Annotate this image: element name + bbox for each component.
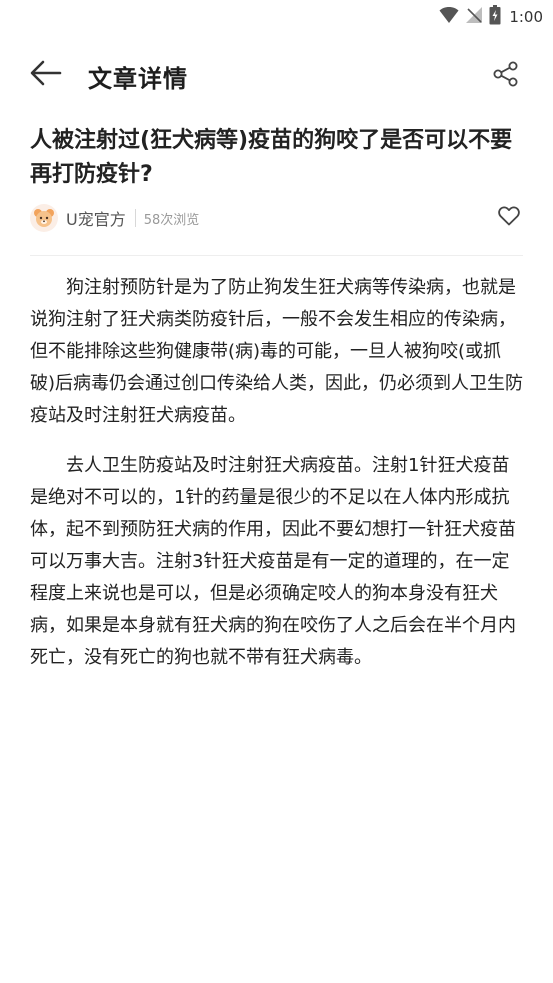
article-body: 狗注射预防针是为了防止狗发生狂犬病等传染病，也就是说狗注射了狂犬病类防疫针后，一… (30, 272, 524, 692)
article-paragraph: 去人卫生防疫站及时注射狂犬病疫苗。注射1针狂犬疫苗是绝对不可以的，1针的药量是很… (30, 455, 516, 668)
back-button[interactable] (28, 57, 64, 93)
arrow-left-icon (30, 60, 62, 90)
page-title: 文章详情 (88, 65, 188, 93)
meta-divider (134, 209, 136, 227)
share-button[interactable] (489, 59, 523, 93)
status-bar: 1:00 (0, 0, 553, 32)
view-count: 58次浏览 (143, 212, 200, 228)
author-name[interactable]: U宠官方 (66, 206, 126, 230)
pet-avatar-icon (34, 209, 54, 227)
header-divider (30, 255, 523, 256)
author-avatar[interactable] (30, 204, 58, 232)
favorite-button[interactable] (495, 204, 523, 232)
status-icons: 1:00 (439, 5, 543, 29)
share-icon (492, 60, 520, 92)
battery-icon (489, 5, 501, 29)
status-time: 1:00 (509, 8, 543, 26)
no-signal-icon (465, 6, 483, 28)
wifi-icon (439, 6, 459, 28)
article-meta: U宠官方 58次浏览 (30, 203, 523, 233)
app-bar: 文章详情 (0, 52, 553, 98)
heart-outline-icon (498, 206, 520, 230)
article-title: 人被注射过(狂犬病等)疫苗的狗咬了是否可以不要再打防疫针? (30, 128, 513, 187)
article-paragraph: 狗注射预防针是为了防止狗发生狂犬病等传染病，也就是说狗注射了狂犬病类防疫针后，一… (30, 277, 524, 426)
